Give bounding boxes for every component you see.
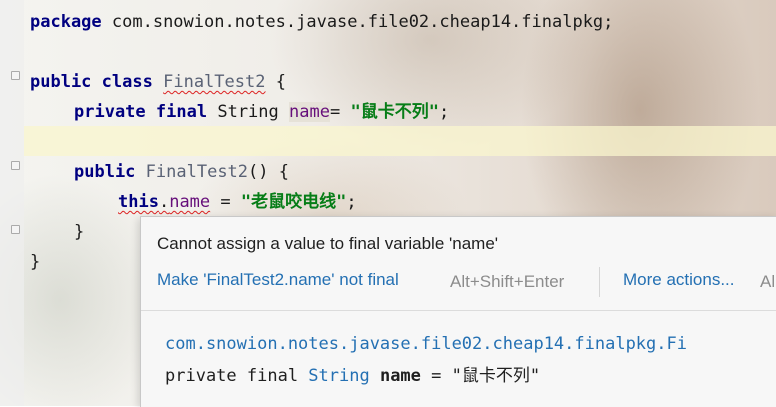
editor-gutter[interactable]	[0, 0, 24, 406]
fold-marker-icon[interactable]	[11, 71, 20, 80]
quick-fix-shortcut: Alt+Shift+Enter	[450, 272, 565, 291]
more-actions-shortcut: Al	[760, 272, 776, 291]
code-line-package: package com.snowion.notes.javase.file02.…	[30, 12, 614, 32]
class-name: FinalTest2	[163, 72, 266, 92]
code-line-close-ctor: }	[74, 222, 85, 242]
error-tooltip-popup: Cannot assign a value to final variable …	[140, 216, 776, 407]
code-line-close-class: }	[30, 252, 41, 272]
code-line-constructor: public FinalTest2() {	[74, 162, 289, 182]
error-message: Cannot assign a value to final variable …	[157, 234, 499, 253]
error-highlight: this.name	[118, 192, 211, 212]
more-actions-link[interactable]: More actions...	[623, 270, 735, 290]
doc-package-link[interactable]: com.snowion.notes.javase.file02.cheap14.…	[165, 334, 687, 354]
field-name: name	[289, 102, 330, 122]
documentation-section: com.snowion.notes.javase.file02.cheap14.…	[141, 311, 776, 407]
quick-fix-link[interactable]: Make 'FinalTest2.name' not final	[157, 270, 399, 290]
code-line-class-decl: public class FinalTest2 {	[30, 72, 286, 92]
fold-marker-icon[interactable]	[11, 225, 20, 234]
doc-declaration: private final String name = "鼠卡不列"	[165, 366, 541, 386]
code-line-field-decl: private final String name= "鼠卡不列";	[74, 102, 450, 122]
separator	[599, 267, 600, 297]
current-line-highlight	[24, 126, 776, 156]
code-line-assignment: this.name = "老鼠咬电线";	[118, 192, 357, 212]
fold-marker-icon[interactable]	[11, 161, 20, 170]
